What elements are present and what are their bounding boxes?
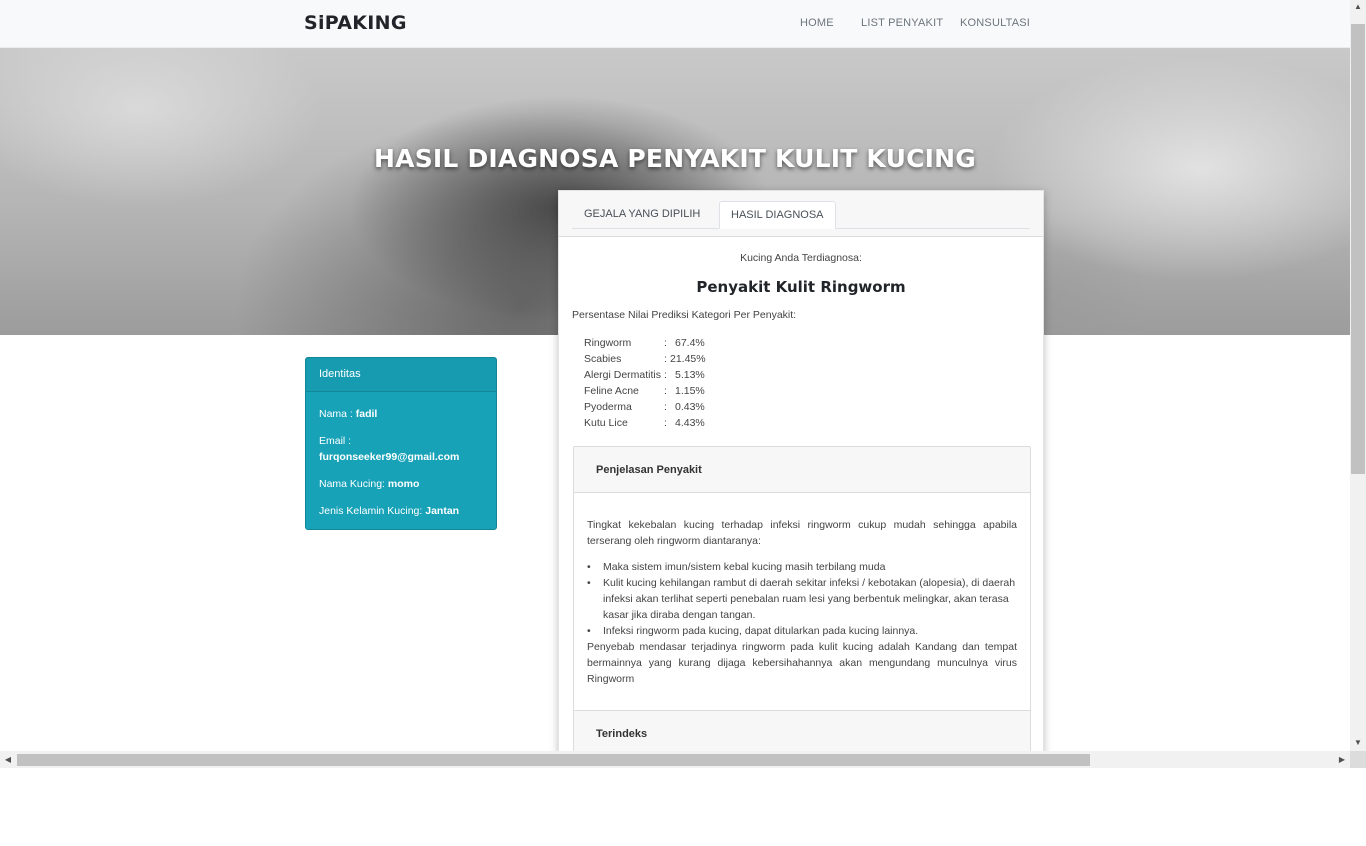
identity-header: Identitas (306, 358, 496, 392)
vertical-scroll-thumb[interactable] (1351, 24, 1365, 474)
identity-cat-gender-row: Jenis Kelamin Kucing: Jantan (319, 503, 483, 519)
explanation-bullet: Kulit kucing kehilangan rambut di daerah… (587, 575, 1017, 623)
disease-name: Alergi Dermatitis (584, 369, 662, 381)
percentage-row: Scabies:21.45% (584, 353, 706, 365)
disease-percentage: 21.45% (670, 353, 706, 365)
diagnosis-card: GEJALA YANG DIPILIH HASIL DIAGNOSA Kucin… (558, 190, 1044, 751)
percentage-row: Alergi Dermatitis:5.13% (584, 369, 705, 381)
disease-name: Scabies (584, 353, 622, 365)
identity-cat-name-row: Nama Kucing: momo (319, 476, 483, 492)
disease-name: Feline Acne (584, 385, 639, 397)
identity-name-row: Nama : fadil (319, 406, 483, 422)
disease-percentage: 67.4% (675, 337, 705, 349)
page-title: HASIL DIAGNOSA PENYAKIT KULIT KUCING (374, 144, 976, 173)
name-value: fadil (355, 408, 378, 420)
explanation-body: Tingkat kekebalan kucing terhadap infeks… (574, 493, 1030, 687)
percentage-row: Pyoderma:0.43% (584, 401, 705, 413)
triangle-down-icon[interactable]: ▼ (1350, 736, 1366, 750)
nav-link-konsultasi[interactable]: KONSULTASI (960, 17, 1030, 29)
percentage-list: Ringworm:67.4% Scabies:21.45% Alergi Der… (584, 335, 784, 431)
page-viewport: SiPAKING HOME LIST PENYAKIT KONSULTASI H… (0, 0, 1350, 751)
disease-percentage: 4.43% (675, 417, 705, 429)
percentage-row: Kutu Lice:4.43% (584, 417, 705, 429)
brand-logo[interactable]: SiPAKING (304, 12, 407, 34)
percentage-row: Ringworm:67.4% (584, 337, 705, 349)
diagnosis-label: Kucing Anda Terdiagnosa: (740, 252, 862, 264)
explanation-cause: Penyebab mendasar terjadinya ringworm pa… (587, 641, 1017, 685)
triangle-right-icon[interactable]: ▶ (1334, 751, 1350, 768)
email-value: furqonseeker99@gmail.com (319, 451, 460, 463)
identity-email-row: Email : furqonseeker99@gmail.com (319, 433, 483, 465)
explanation-bullet: Infeksi ringworm pada kucing, dapat ditu… (587, 623, 1017, 639)
cat-name-value: momo (387, 478, 420, 490)
explanation-card: Penjelasan Penyakit Tingkat kekebalan ku… (573, 446, 1031, 751)
triangle-up-icon[interactable]: ▲ (1350, 0, 1366, 14)
email-label: Email : (319, 435, 352, 447)
identity-body: Nama : fadil Email : furqonseeker99@gmai… (306, 392, 496, 519)
disease-percentage: 1.15% (675, 385, 705, 397)
terindeks-header: Terindeks (574, 710, 1030, 751)
explanation-bullet: Maka sistem imun/sistem kebal kucing mas… (587, 559, 1017, 575)
nav-link-home[interactable]: HOME (800, 17, 834, 29)
disease-percentage: 0.43% (675, 401, 705, 413)
diagnosis-result: Penyakit Kulit Ringworm (696, 278, 906, 296)
disease-name: Pyoderma (584, 401, 632, 413)
horizontal-scroll-thumb[interactable] (17, 754, 1090, 766)
triangle-left-icon[interactable]: ◀ (0, 751, 16, 768)
tabs-bar: GEJALA YANG DIPILIH HASIL DIAGNOSA (559, 191, 1043, 237)
disease-percentage: 5.13% (675, 369, 705, 381)
cat-gender-label: Jenis Kelamin Kucing: (319, 505, 426, 517)
name-label: Nama : (319, 408, 356, 420)
cat-gender-value: Jantan (425, 505, 460, 517)
nav-link-list-penyakit[interactable]: LIST PENYAKIT (861, 17, 943, 29)
identity-card: Identitas Nama : fadil Email : furqonsee… (305, 357, 497, 530)
scrollbar-corner (1350, 751, 1366, 768)
percentage-title: Persentase Nilai Prediksi Kategori Per P… (572, 309, 797, 321)
explanation-intro: Tingkat kekebalan kucing terhadap infeks… (587, 519, 1017, 547)
disease-name: Ringworm (584, 337, 632, 349)
tab-hasil-diagnosa[interactable]: HASIL DIAGNOSA (719, 201, 836, 229)
tab-gejala-yang-dipilih[interactable]: GEJALA YANG DIPILIH (573, 201, 711, 229)
explanation-header: Penjelasan Penyakit (574, 447, 1030, 493)
disease-name: Kutu Lice (584, 417, 628, 429)
percentage-row: Feline Acne:1.15% (584, 385, 705, 397)
navbar: SiPAKING HOME LIST PENYAKIT KONSULTASI (0, 0, 1350, 48)
cat-name-label: Nama Kucing: (319, 478, 388, 490)
